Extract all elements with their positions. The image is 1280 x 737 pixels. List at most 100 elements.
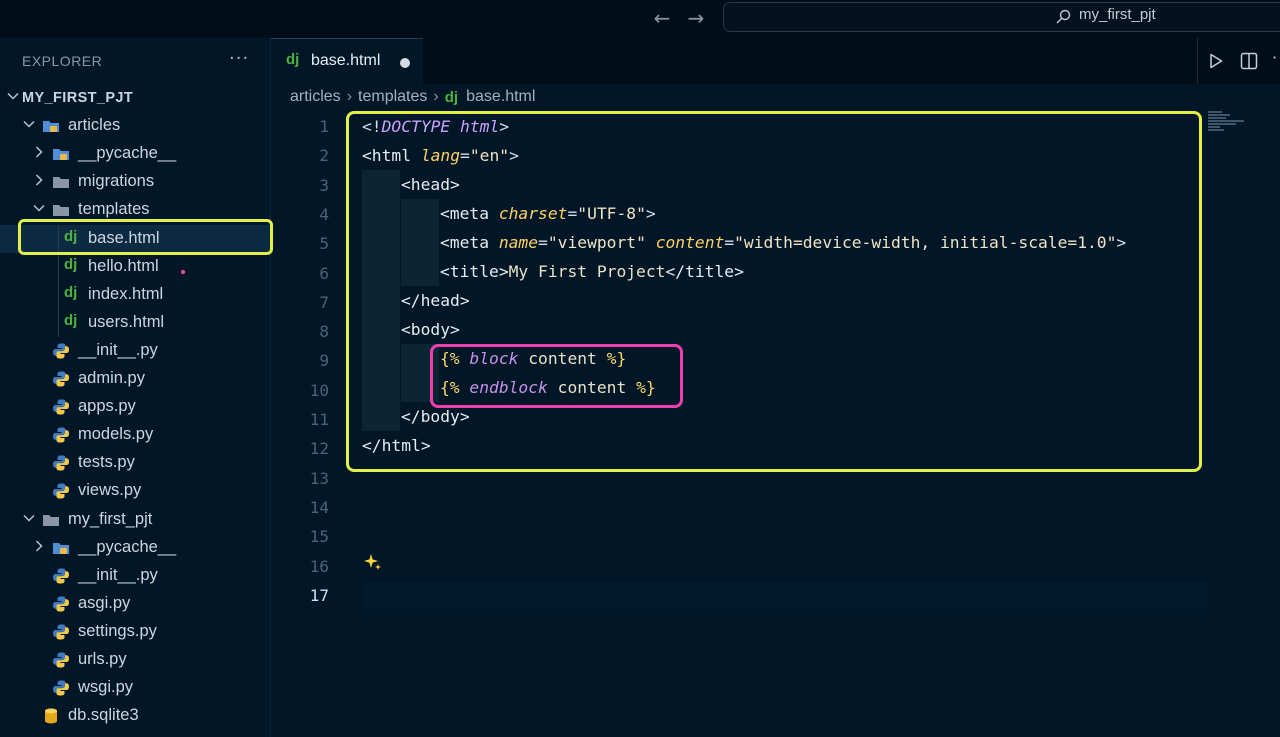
- tree-item-label: __init__.py: [78, 565, 158, 584]
- tree-item-label: urls.py: [78, 650, 127, 668]
- tree-folder[interactable]: migrations: [0, 168, 271, 196]
- chevron-down-icon[interactable]: [22, 117, 36, 131]
- chevron-down-icon[interactable]: [32, 201, 46, 215]
- line-number: 15: [309, 527, 329, 547]
- marker-dot: [181, 270, 185, 274]
- minimap[interactable]: [1208, 110, 1258, 140]
- tree-file[interactable]: apps.py: [0, 393, 271, 421]
- tree-item-label: views.py: [78, 481, 142, 500]
- folder-open-icon: [43, 121, 59, 133]
- tree-file[interactable]: dj index.html: [0, 281, 271, 309]
- line-number: 9: [319, 351, 329, 371]
- breadcrumb-templates[interactable]: templates: [358, 88, 427, 106]
- tree-folder[interactable]: __pycache__: [0, 140, 271, 168]
- line-number: 4: [319, 204, 329, 224]
- tree-file[interactable]: dj hello.html: [0, 253, 271, 281]
- breadcrumb-articles[interactable]: articles: [290, 88, 341, 106]
- tree-item-label: models.py: [78, 425, 154, 444]
- chevron-right-icon[interactable]: [32, 173, 46, 187]
- tree-file[interactable]: __init__.py: [0, 562, 271, 590]
- line-number: 17: [309, 585, 329, 605]
- tree-item-label: apps.py: [78, 397, 136, 416]
- django-icon: dj: [444, 88, 459, 106]
- python-icon: [53, 455, 69, 471]
- folder-icon: [53, 542, 69, 554]
- tree-file[interactable]: asgi.py: [0, 590, 271, 618]
- tree-file[interactable]: wsgi.py: [0, 674, 271, 702]
- tree-item-label: tests.py: [78, 453, 135, 472]
- python-icon: [53, 568, 69, 584]
- line-number: 2: [319, 146, 329, 166]
- back-arrow-icon[interactable]: ←: [651, 6, 673, 30]
- tree-item-label: __init__.py: [78, 340, 158, 359]
- tab-strip: dj base.html ·: [271, 38, 1280, 84]
- current-line-highlight: [362, 581, 1208, 610]
- tree-item-label: __pycache__: [78, 537, 177, 556]
- tree-item-label: MY_FIRST_PJT: [22, 90, 134, 106]
- tab-label: base.html: [311, 52, 381, 69]
- editor-actions: ·: [1197, 38, 1280, 84]
- tree-file[interactable]: models.py: [0, 421, 271, 449]
- python-icon: [53, 371, 69, 387]
- tree-file[interactable]: tests.py: [0, 449, 271, 477]
- breadcrumb: articles › templates › dj base.html: [290, 88, 535, 106]
- chevron-right-icon[interactable]: [32, 145, 46, 159]
- folder-icon: [53, 149, 69, 161]
- tree-item-label: articles: [68, 116, 121, 135]
- line-number: 11: [309, 410, 329, 429]
- tree-file[interactable]: settings.py: [0, 618, 271, 646]
- chevron-down-icon[interactable]: [22, 511, 36, 525]
- line-number: 16: [309, 556, 329, 576]
- python-icon: [53, 596, 69, 612]
- tree-root[interactable]: MY_FIRST_PJT: [0, 84, 271, 112]
- command-center-search[interactable]: my_first_pjt: [723, 2, 1280, 32]
- tree-item-label: settings.py: [78, 621, 157, 640]
- tree-file[interactable]: urls.py: [0, 646, 271, 674]
- title-bar: ← → my_first_pjt: [0, 0, 1280, 38]
- run-icon[interactable]: [1208, 53, 1224, 69]
- tree-item-label: migrations: [78, 172, 155, 191]
- more-actions-icon[interactable]: ···: [229, 48, 249, 69]
- line-number: 3: [319, 175, 329, 195]
- tree-item-label: index.html: [88, 284, 164, 303]
- chevron-down-icon[interactable]: [6, 89, 20, 103]
- split-editor-icon[interactable]: [1240, 52, 1258, 70]
- django-icon: dj: [64, 311, 78, 329]
- forward-arrow-icon[interactable]: →: [685, 6, 707, 30]
- more-editor-actions-icon[interactable]: ·: [1272, 48, 1277, 67]
- line-number: 8: [319, 322, 329, 342]
- python-icon: [53, 680, 69, 696]
- tree-item-label: db.sqlite3: [68, 706, 139, 725]
- tree-folder[interactable]: __pycache__: [0, 534, 271, 562]
- search-icon: [1056, 9, 1071, 24]
- tree-file[interactable]: db.sqlite3: [0, 702, 271, 730]
- line-number: 7: [319, 292, 329, 312]
- tree-item-label: wsgi.py: [78, 678, 134, 697]
- folder-open-icon: [53, 205, 69, 217]
- line-number: 12: [309, 439, 329, 459]
- explorer-title: EXPLORER: [22, 53, 103, 69]
- tab-base-html[interactable]: dj base.html: [271, 38, 423, 84]
- folder-open-icon: [43, 514, 59, 526]
- sparkle-icon[interactable]: [363, 553, 383, 573]
- folder-icon: [53, 177, 69, 189]
- tree-file[interactable]: admin.py: [0, 365, 271, 393]
- django-icon: dj: [64, 255, 78, 273]
- line-number: 13: [309, 468, 329, 488]
- unsaved-dot-icon[interactable]: [400, 58, 410, 68]
- django-icon: dj: [286, 51, 300, 68]
- tree-item-label: admin.py: [78, 369, 145, 387]
- tree-folder[interactable]: my_first_pjt: [0, 506, 271, 534]
- python-icon: [53, 399, 69, 415]
- chevron-right-icon[interactable]: [32, 539, 46, 553]
- explorer-sidebar: EXPLORER ··· MY_FIRST_PJT articles __pycac…: [0, 38, 271, 737]
- python-icon: [53, 483, 69, 499]
- highlight-box-block-content: [430, 344, 683, 408]
- tree-file[interactable]: dj users.html: [0, 309, 271, 337]
- python-icon: [53, 624, 69, 640]
- tree-file[interactable]: views.py: [0, 477, 271, 505]
- breadcrumb-file[interactable]: base.html: [466, 88, 535, 106]
- line-number: 6: [319, 263, 329, 283]
- tree-folder[interactable]: articles: [0, 112, 271, 140]
- tree-file[interactable]: __init__.py: [0, 337, 271, 365]
